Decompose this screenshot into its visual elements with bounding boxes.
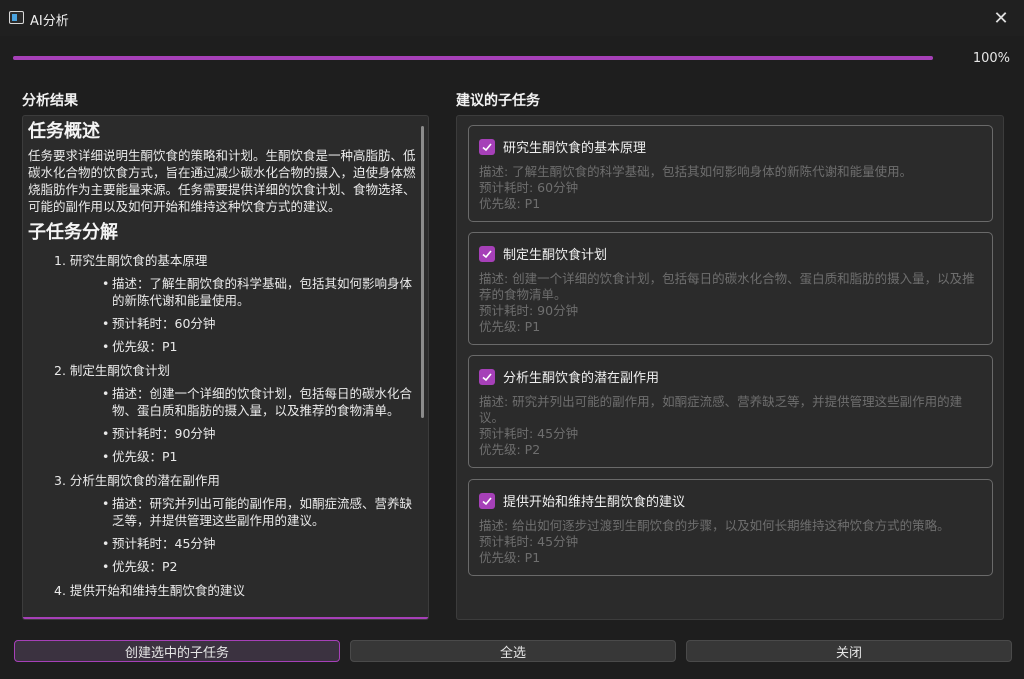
subtask-checkbox[interactable] <box>479 368 495 385</box>
breakdown-heading: 子任务分解 <box>28 222 118 243</box>
breakdown-item-title: 2. 制定生酮饮食计划 <box>54 363 170 378</box>
subtask-desc: 描述: 给出如何逐步过渡到生酮饮食的步骤，以及如何长期维持这种饮食方式的策略。 <box>479 518 950 533</box>
checkmark-icon <box>482 142 492 151</box>
subtask-priority: 优先级: P1 <box>479 196 541 211</box>
breakdown-item-title: 1. 研究生酮饮食的基本原理 <box>54 253 208 268</box>
subtask-card: 提供开始和维持生酮饮食的建议 描述: 给出如何逐步过渡到生酮饮食的步骤，以及如何… <box>468 479 993 576</box>
subtask-title: 提供开始和维持生酮饮食的建议 <box>503 495 686 510</box>
app-window-icon <box>9 11 24 24</box>
result-scrollbar[interactable] <box>421 126 424 418</box>
subtask-checkbox[interactable] <box>479 245 495 262</box>
subtask-time: 预计耗时: 45分钟 <box>479 534 579 549</box>
subtask-card: 研究生酮饮食的基本原理 描述: 了解生酮饮食的科学基础，包括其如何影响身体的新陈… <box>468 125 993 222</box>
overview-heading: 任务概述 <box>28 121 100 142</box>
subtask-title: 制定生酮饮食计划 <box>503 248 608 263</box>
progress-bar <box>13 56 933 60</box>
subtask-card: 制定生酮饮食计划 描述: 创建一个详细的饮食计划，包括每日的碳水化合物、蛋白质和… <box>468 232 993 345</box>
subtask-time: 预计耗时: 60分钟 <box>479 180 579 195</box>
breakdown-item-desc: 描述：研究并列出可能的副作用，如酮症流感、营养缺乏等，并提供管理这些副作用的建议… <box>102 495 420 529</box>
subtask-time: 预计耗时: 45分钟 <box>479 426 579 441</box>
subtask-title: 分析生酮饮食的潜在副作用 <box>503 371 660 386</box>
breakdown-item-desc: 描述：创建一个详细的饮食计划，包括每日的碳水化合物、蛋白质和脂肪的摄入量，以及推… <box>102 385 420 419</box>
subtask-checkbox[interactable] <box>479 492 495 509</box>
suggested-subtasks-heading: 建议的子任务 <box>456 93 540 109</box>
subtask-card: 分析生酮饮食的潜在副作用 描述: 研究并列出可能的副作用，如酮症流感、营养缺乏等… <box>468 355 993 468</box>
create-selected-subtasks-button[interactable]: 创建选中的子任务 <box>14 640 340 662</box>
breakdown-item-time: 预计耗时：45分钟 <box>102 535 420 552</box>
close-window-icon[interactable]: ✕ <box>978 0 1024 36</box>
progress-percent: 100% <box>972 51 1010 66</box>
checkmark-icon <box>482 249 492 258</box>
checkmark-icon <box>482 496 492 505</box>
close-button[interactable]: 关闭 <box>686 640 1012 662</box>
overview-text: 任务要求详细说明生酮饮食的策略和计划。生酮饮食是一种高脂肪、低碳水化合物的饮食方… <box>28 148 416 214</box>
breakdown-item-priority: 优先级：P1 <box>102 338 420 355</box>
analysis-result-panel[interactable]: 任务概述 任务要求详细说明生酮饮食的策略和计划。生酮饮食是一种高脂肪、低碳水化合… <box>22 115 429 620</box>
analysis-result-content: 任务概述 任务要求详细说明生酮饮食的策略和计划。生酮饮食是一种高脂肪、低碳水化合… <box>28 120 420 599</box>
subtask-desc: 描述: 了解生酮饮食的科学基础，包括其如何影响身体的新陈代谢和能量使用。 <box>479 164 913 179</box>
subtask-time: 预计耗时: 90分钟 <box>479 303 579 318</box>
subtask-desc: 描述: 研究并列出可能的副作用，如酮症流感、营养缺乏等，并提供管理这些副作用的建… <box>479 394 963 425</box>
checkmark-icon <box>482 372 492 381</box>
breakdown-item-priority: 优先级：P1 <box>102 448 420 465</box>
breakdown-item-time: 预计耗时：90分钟 <box>102 425 420 442</box>
analysis-result-heading: 分析结果 <box>22 93 78 109</box>
breakdown-item-desc: 描述：了解生酮饮食的科学基础，包括其如何影响身体的新陈代谢和能量使用。 <box>102 275 420 309</box>
subtask-priority: 优先级: P1 <box>479 550 541 565</box>
subtask-checkbox[interactable] <box>479 138 495 155</box>
subtask-priority: 优先级: P1 <box>479 319 541 334</box>
window-title: AI分析 <box>30 14 69 29</box>
breakdown-item-time: 预计耗时：60分钟 <box>102 315 420 332</box>
progress-bar-fill <box>13 56 933 60</box>
suggested-subtasks-panel: 研究生酮饮食的基本原理 描述: 了解生酮饮食的科学基础，包括其如何影响身体的新陈… <box>456 115 1004 620</box>
title-bar: AI分析 ✕ <box>0 0 1024 36</box>
breakdown-item-priority: 优先级：P2 <box>102 558 420 575</box>
subtask-desc: 描述: 创建一个详细的饮食计划，包括每日的碳水化合物、蛋白质和脂肪的摄入量，以及… <box>479 271 975 302</box>
select-all-button[interactable]: 全选 <box>350 640 676 662</box>
subtask-title: 研究生酮饮食的基本原理 <box>503 141 647 156</box>
breakdown-item-title: 3. 分析生酮饮食的潜在副作用 <box>54 473 220 488</box>
subtask-priority: 优先级: P2 <box>479 442 541 457</box>
breakdown-item-title: 4. 提供开始和维持生酮饮食的建议 <box>54 583 245 598</box>
